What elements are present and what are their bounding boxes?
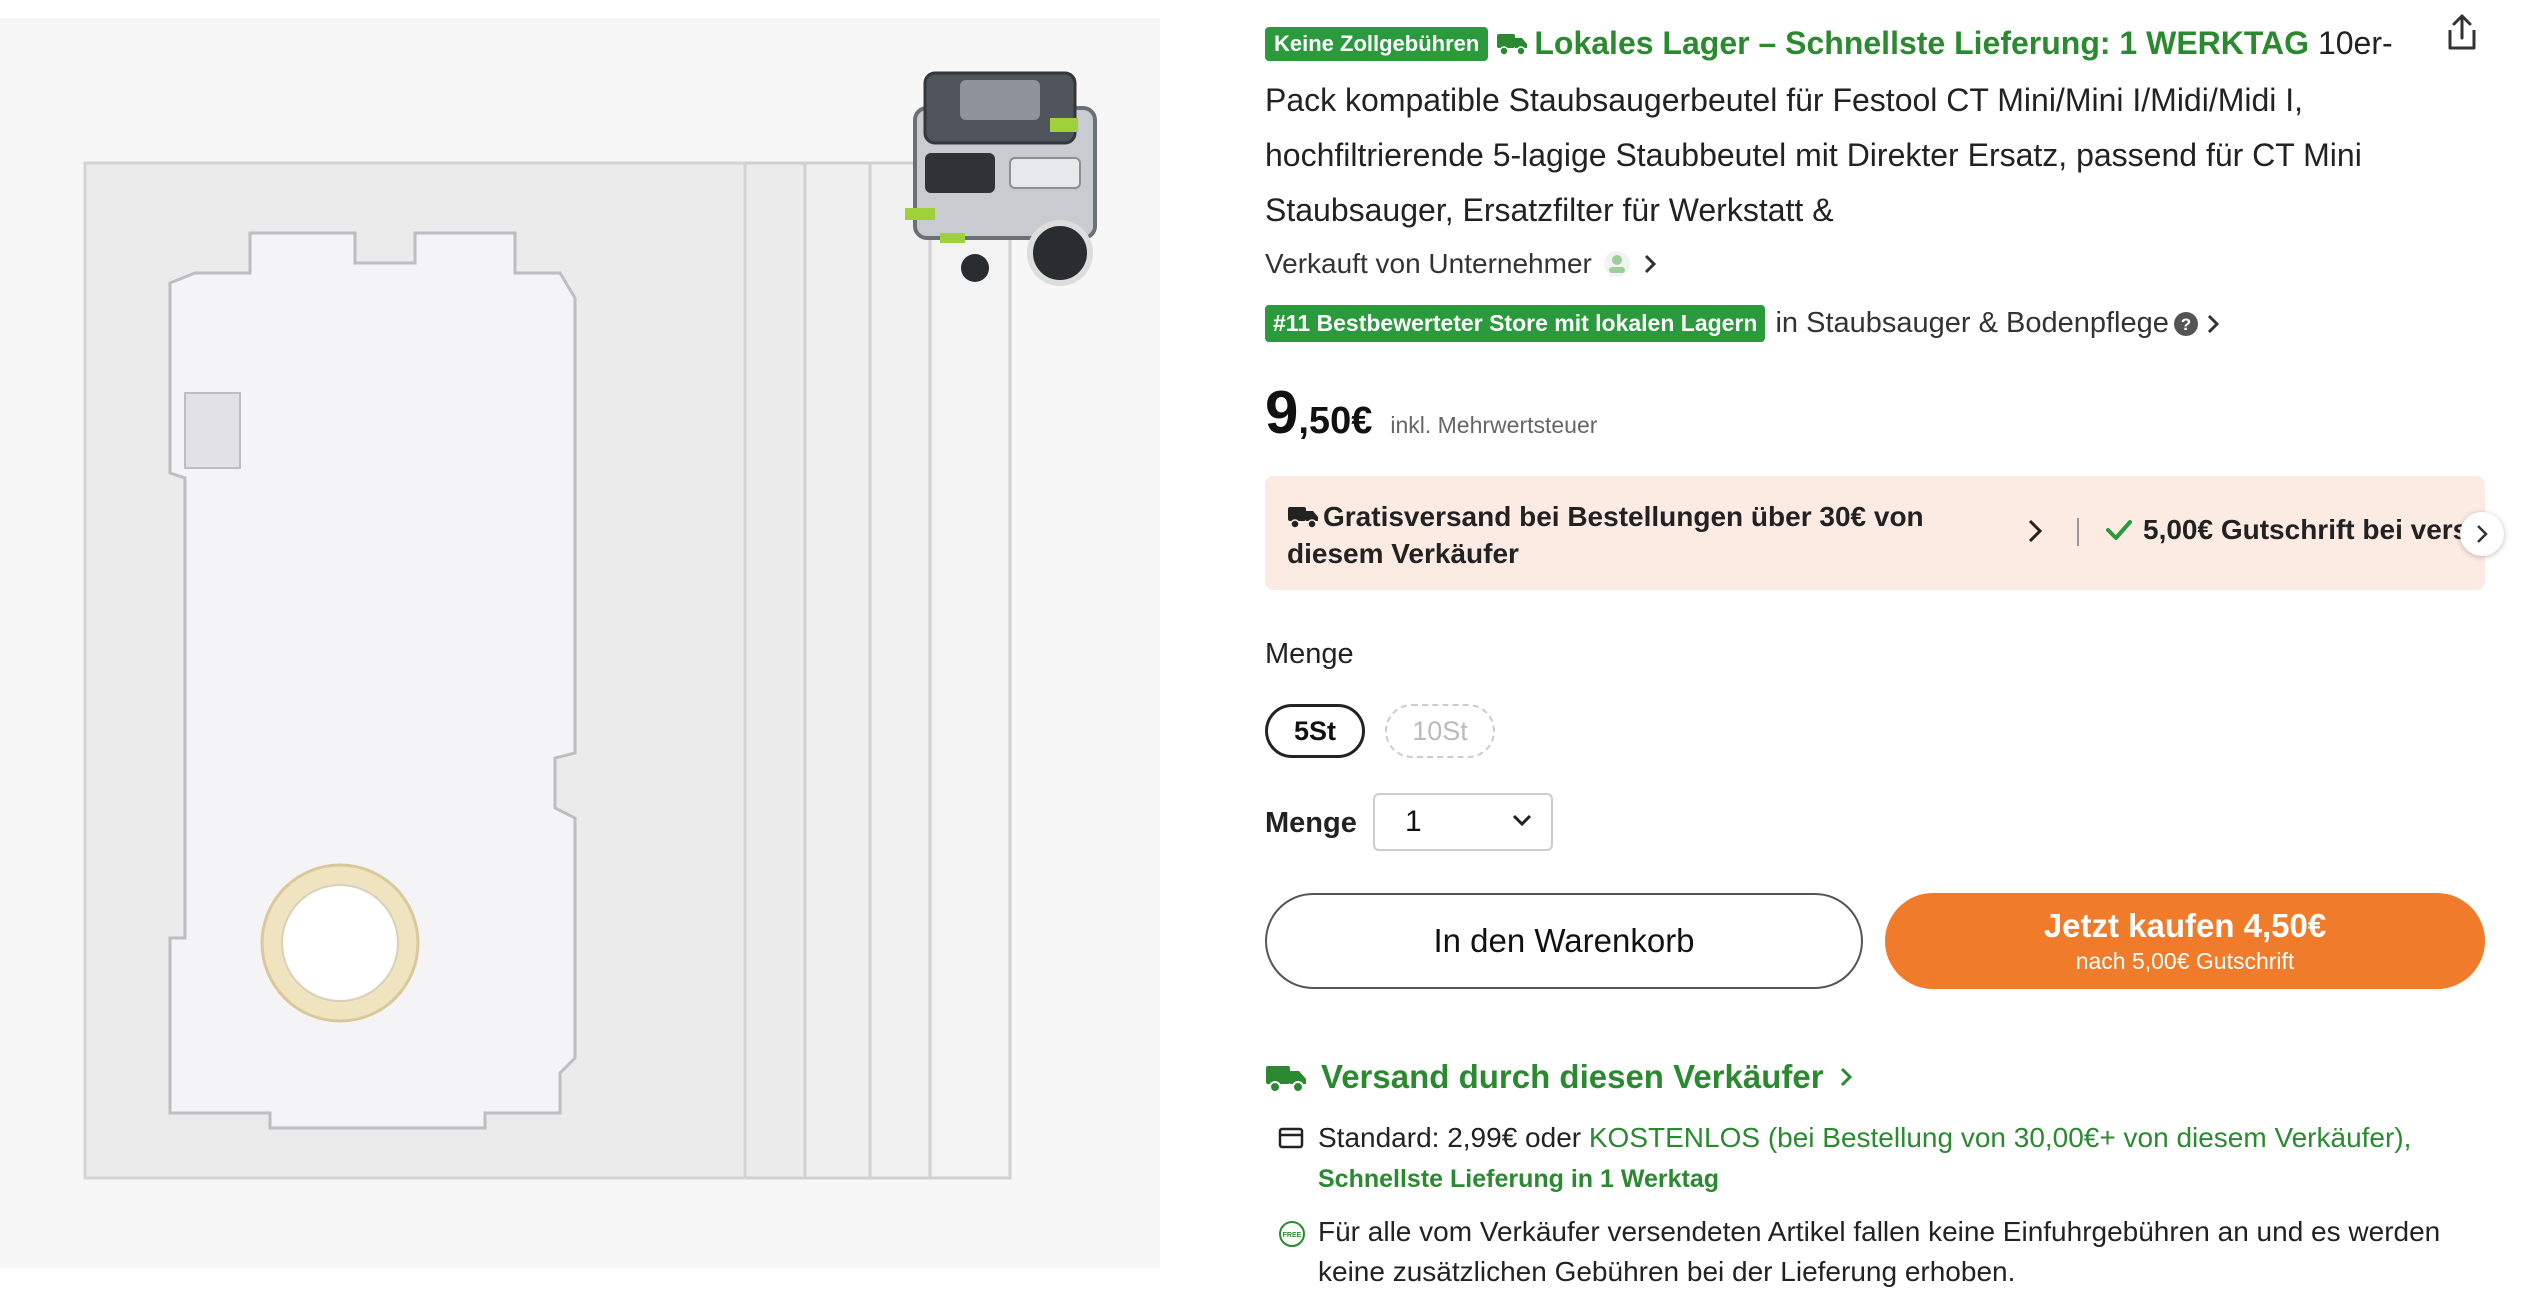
product-image[interactable] [0,18,1160,1268]
ranking-link[interactable]: #11 Bestbewerteter Store mit lokalen Lag… [1265,305,2221,342]
price-integer: 9 [1265,379,1299,446]
promo-banner: Gratisversand bei Bestellungen über 30€ … [1265,476,2485,590]
local-stock-headline: Lokales Lager – Schnellste Lieferung: 1 … [1534,25,2310,61]
quantity-select[interactable]: 1 [1373,793,1553,851]
price-decimal: ,50€ [1298,400,1373,442]
seller-label: Verkauft von Unternehmer [1265,248,1592,279]
shipping-heading-link[interactable]: Versand durch diesen Verkäufer [1265,1058,1854,1096]
product-title-block: Keine Zollgebühren Lokales Lager – Schnel… [1265,16,2415,238]
add-to-cart-button[interactable]: In den Warenkorb [1265,893,1863,989]
svg-text:?: ? [2181,315,2191,334]
quantity-value: 1 [1405,805,1422,838]
quantity-label: Menge [1265,807,1357,839]
ranking-badge: #11 Bestbewerteter Store mit lokalen Lag… [1265,305,1766,342]
shipping-standard-info: Standard: 2,99€ oder KOSTENLOS (bei Best… [1278,1118,2498,1199]
no-customs-badge: Keine Zollgebühren [1265,27,1489,61]
price: 9 ,50€ inkl. Mehrwertsteuer [1265,378,1597,447]
card-icon [1278,1127,1304,1149]
share-button[interactable] [2440,10,2484,54]
chevron-right-icon [2477,525,2488,543]
chevron-right-icon [1840,1067,1852,1087]
shipping-heading: Versand durch diesen Verkäufer [1321,1058,1824,1095]
chevron-right-icon[interactable] [2025,516,2045,546]
chevron-right-icon [1644,254,1656,274]
variant-option-10st[interactable]: 10St [1385,704,1495,758]
truck-icon [1266,1066,1306,1093]
vacuum-cleaner-thumbnail [905,71,1097,286]
check-icon [2106,520,2132,540]
tax-note: inkl. Mehrwertsteuer [1390,412,1598,438]
buy-now-sublabel: nach 5,00€ Gutschrift [2075,948,2295,974]
free-icon: FREE [1279,1221,1305,1247]
variant-label: Menge [1265,638,1354,670]
shipping-free-condition: KOSTENLOS (bei Bestellung von 30,00€+ vo… [1588,1122,2412,1153]
import-fees-info: FREE Für alle vom Verkäufer versendeten … [1279,1212,2498,1292]
chevron-right-icon [2207,314,2220,333]
seller-link[interactable]: Verkauft von Unternehmer [1265,248,1658,280]
ranking-category: in Staubsauger & Bodenpflege [1775,307,2169,339]
help-icon[interactable]: ? [2173,311,2199,337]
divider [2077,518,2079,546]
buy-now-label: Jetzt kaufen 4,50€ [2043,907,2327,944]
buy-now-button[interactable]: Jetzt kaufen 4,50€ nach 5,00€ Gutschrift [1885,893,2485,989]
variant-option-5st[interactable]: 5St [1265,704,1365,758]
import-fees-text: Für alle vom Verkäufer versendeten Artik… [1318,1216,2441,1287]
truck-icon [1496,18,1528,73]
promo-next-button[interactable] [2460,512,2504,556]
credit-promo[interactable]: 5,00€ Gutschrift bei vers [2105,514,2468,546]
free-shipping-text: Gratisversand bei Bestellungen über 30€ … [1287,501,1924,569]
svg-text:FREE: FREE [1283,1232,1302,1239]
credit-text: 5,00€ Gutschrift bei vers [2143,514,2469,545]
seller-avatar-icon [1603,251,1630,277]
truck-icon [1288,507,1318,529]
fastest-delivery: Schnellste Lieferung in 1 Werktag [1318,1165,1720,1193]
chevron-down-icon [1512,814,1532,827]
shipping-standard-prefix: Standard: 2,99€ oder [1318,1122,1589,1153]
share-icon [2448,14,2476,50]
free-shipping-promo[interactable]: Gratisversand bei Bestellungen über 30€ … [1287,498,2017,572]
